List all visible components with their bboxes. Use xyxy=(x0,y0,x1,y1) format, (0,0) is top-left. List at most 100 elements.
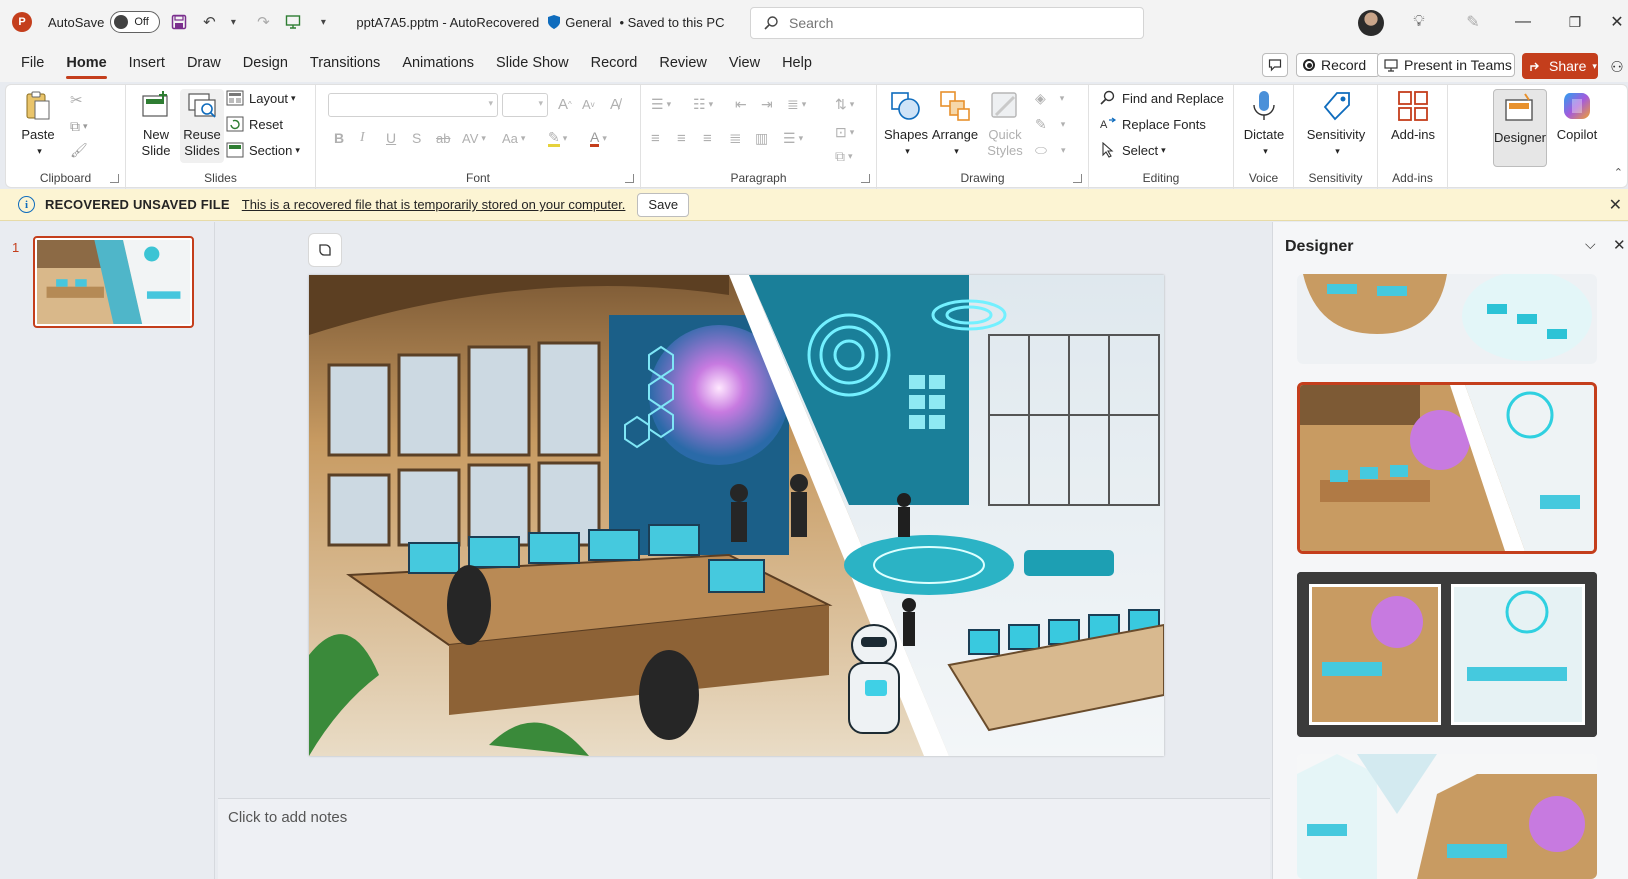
tab-animations[interactable]: Animations xyxy=(391,44,485,82)
user-avatar[interactable] xyxy=(1358,10,1384,36)
search-box[interactable] xyxy=(750,7,1144,39)
tab-slide-show[interactable]: Slide Show xyxy=(485,44,580,82)
design-idea-4[interactable] xyxy=(1297,754,1597,879)
align-text-vertical-icon[interactable]: ⊡ ▾ xyxy=(835,121,854,143)
align-center-icon[interactable]: ≡ xyxy=(677,127,686,149)
copy-button[interactable]: ⧉ ▾ xyxy=(70,115,88,137)
highlight-color-icon[interactable]: ✎ ▾ xyxy=(548,127,567,149)
dictate-button[interactable]: Dictate ▾ xyxy=(1240,89,1288,159)
present-in-teams-button[interactable]: Present in Teams xyxy=(1377,53,1515,77)
restore-icon[interactable]: ❐ xyxy=(1562,10,1588,34)
smartart-icon[interactable]: ⧉ ▾ xyxy=(835,145,853,167)
find-and-replace-button[interactable]: Find and Replace xyxy=(1099,87,1224,109)
share-button[interactable]: Share ▾ xyxy=(1522,53,1598,79)
copilot-slide-chip[interactable] xyxy=(308,233,342,267)
customize-qat-icon[interactable]: ▾ xyxy=(312,11,334,33)
save-icon[interactable] xyxy=(168,11,190,33)
tab-file[interactable]: File xyxy=(10,44,55,82)
paragraph-launcher-icon[interactable] xyxy=(861,174,870,183)
shapes-button[interactable]: Shapes ▾ xyxy=(883,89,929,159)
tab-home[interactable]: Home xyxy=(55,44,117,82)
designer-button[interactable]: Designer xyxy=(1493,89,1547,167)
designer-close-icon[interactable]: ✕ xyxy=(1613,236,1626,254)
font-size-box[interactable]: ▾ xyxy=(502,93,548,117)
shape-fill-icon[interactable]: ◈ ▾ xyxy=(1035,87,1064,109)
replace-fonts-button[interactable]: A Replace Fonts xyxy=(1099,113,1206,135)
clear-formatting-icon[interactable]: A̸ xyxy=(610,93,620,115)
strikethrough-icon[interactable]: ab xyxy=(436,127,450,149)
align-left-icon[interactable]: ≡ xyxy=(651,127,660,149)
slide-thumbnail[interactable] xyxy=(33,236,194,328)
font-color-icon[interactable]: A ▾ xyxy=(590,127,607,149)
align-right-icon[interactable]: ≡ xyxy=(703,127,712,149)
search-input[interactable] xyxy=(789,15,1119,31)
format-painter-button[interactable]: 🖌︎ xyxy=(70,139,88,161)
clipboard-launcher-icon[interactable] xyxy=(110,174,119,183)
cut-button[interactable]: ✂ xyxy=(70,89,83,111)
close-window-icon[interactable]: ✕ xyxy=(1604,10,1628,34)
undo-icon[interactable]: ↶ xyxy=(198,11,220,33)
collapse-ribbon-icon[interactable]: ⌃ xyxy=(1614,166,1623,179)
align-text-icon[interactable]: ☰ ▾ xyxy=(783,127,803,149)
font-name-box[interactable]: ▾ xyxy=(328,93,498,117)
sensitivity-label[interactable]: General xyxy=(565,15,611,30)
character-spacing-icon[interactable]: AV ▾ xyxy=(462,127,486,149)
person-icon[interactable]: ⚇ xyxy=(1604,55,1628,79)
decrease-indent-icon[interactable]: ⇤ xyxy=(735,93,747,115)
shadow-icon[interactable]: S xyxy=(412,127,421,149)
decrease-font-size-icon[interactable]: Av xyxy=(582,93,595,115)
section-button[interactable]: Section ▾ xyxy=(226,139,300,161)
quick-styles-button[interactable]: Quick Styles xyxy=(981,89,1029,159)
notes-pane[interactable]: Click to add notes xyxy=(218,798,1270,879)
present-from-start-icon[interactable] xyxy=(282,11,304,33)
addins-button[interactable]: Add-ins xyxy=(1386,89,1440,143)
comments-button[interactable] xyxy=(1262,53,1288,77)
pen-icon[interactable]: ✎ xyxy=(1460,10,1486,34)
change-case-icon[interactable]: Aa ▾ xyxy=(502,127,525,149)
line-spacing-icon[interactable]: ≣ ▾ xyxy=(787,93,806,115)
numbering-icon[interactable]: ☷ ▾ xyxy=(693,93,713,115)
redo-icon[interactable]: ↷ xyxy=(252,11,274,33)
bold-icon[interactable]: B xyxy=(334,127,344,149)
reset-button[interactable]: Reset xyxy=(226,113,283,135)
undo-dropdown-icon[interactable]: ▾ xyxy=(222,11,244,33)
lightbulb-icon[interactable]: 💡︎ xyxy=(1406,10,1432,34)
arrange-button[interactable]: Arrange ▾ xyxy=(931,89,979,159)
copilot-button[interactable]: Copilot xyxy=(1549,89,1605,143)
increase-font-size-icon[interactable]: A ^ xyxy=(558,93,572,115)
designer-collapse-icon[interactable]: ⌵ xyxy=(1585,236,1596,253)
design-idea-1[interactable] xyxy=(1297,274,1597,364)
text-direction-icon[interactable]: ⇅ ▾ xyxy=(835,93,854,115)
bullets-icon[interactable]: ☰ ▾ xyxy=(651,93,671,115)
shape-effects-icon[interactable]: ⬭ ▾ xyxy=(1035,139,1066,161)
italic-icon[interactable]: I xyxy=(360,127,365,149)
paste-button[interactable]: Paste ▾ xyxy=(18,89,58,159)
reuse-slides-button[interactable]: Reuse Slides xyxy=(180,89,224,163)
tab-design[interactable]: Design xyxy=(232,44,299,82)
tab-transitions[interactable]: Transitions xyxy=(299,44,391,82)
infobar-message-link[interactable]: This is a recovered file that is tempora… xyxy=(242,197,626,212)
new-slide-button[interactable]: New Slide xyxy=(134,89,178,159)
tab-insert[interactable]: Insert xyxy=(118,44,176,82)
design-idea-3[interactable] xyxy=(1297,572,1597,737)
layout-button[interactable]: Layout ▾ xyxy=(226,87,296,109)
infobar-close-icon[interactable]: ✕ xyxy=(1609,195,1622,215)
drawing-launcher-icon[interactable] xyxy=(1073,174,1082,183)
tab-record[interactable]: Record xyxy=(580,44,649,82)
underline-icon[interactable]: U xyxy=(386,127,396,149)
slide-canvas[interactable] xyxy=(309,275,1164,756)
columns-icon[interactable]: ▥ xyxy=(755,127,768,149)
tab-draw[interactable]: Draw xyxy=(176,44,232,82)
shape-outline-icon[interactable]: ✎ ▾ xyxy=(1035,113,1065,135)
tab-help[interactable]: Help xyxy=(771,44,823,82)
sensitivity-button[interactable]: Sensitivity ▾ xyxy=(1302,89,1370,159)
autosave-toggle[interactable]: Off xyxy=(110,11,161,33)
increase-indent-icon[interactable]: ⇥ xyxy=(761,93,773,115)
design-idea-2-selected[interactable] xyxy=(1297,382,1597,554)
select-button[interactable]: Select ▾ xyxy=(1099,139,1166,161)
infobar-save-button[interactable]: Save xyxy=(637,192,690,217)
justify-icon[interactable]: ≣ xyxy=(729,127,742,149)
tab-view[interactable]: View xyxy=(718,44,771,82)
minimize-icon[interactable]: — xyxy=(1510,10,1536,34)
record-button[interactable]: Record xyxy=(1296,53,1380,77)
